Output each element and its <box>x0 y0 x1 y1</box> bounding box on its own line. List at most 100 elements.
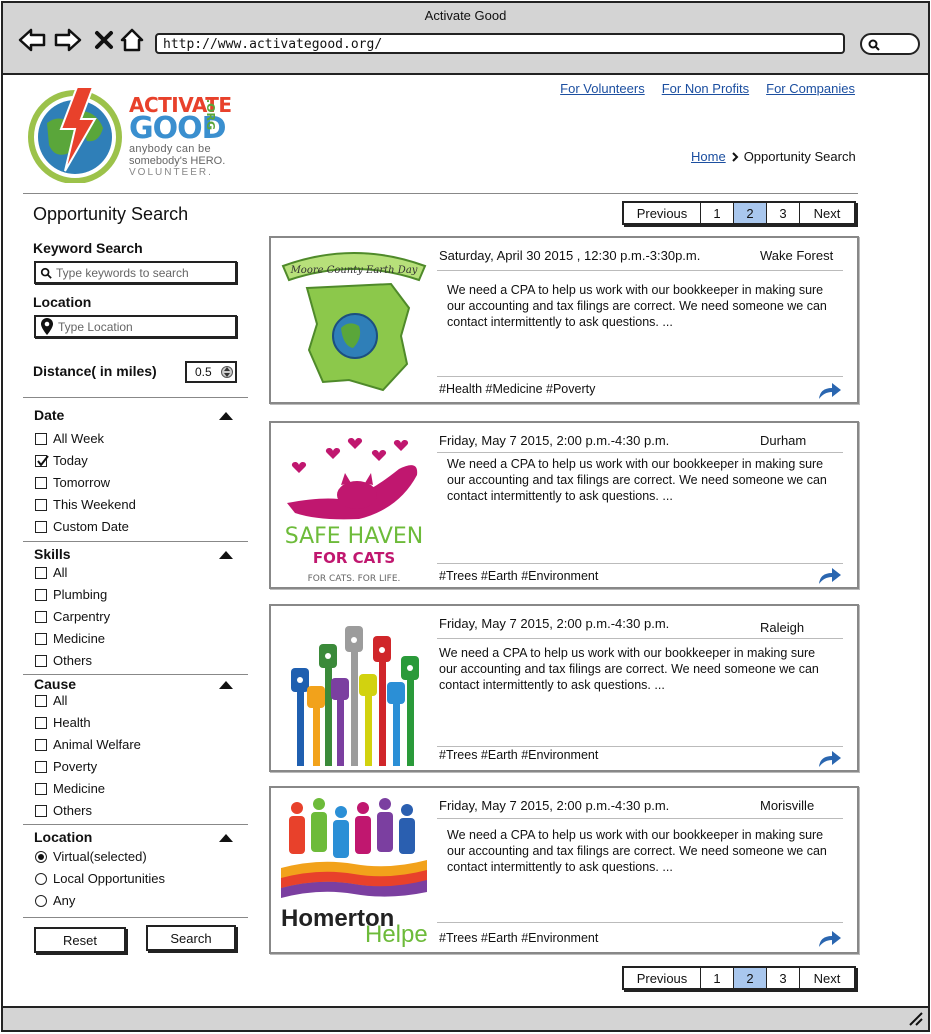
pagination-top: Previous 1 2 3 Next <box>622 201 856 225</box>
skills-option-plumbing[interactable]: Plumbing <box>35 587 107 602</box>
opportunity-card[interactable]: Friday, May 7 2015, 2:00 p.m.-4:30 p.m. … <box>269 604 859 772</box>
nav-link-volunteers[interactable]: For Volunteers <box>560 81 645 96</box>
card-divider <box>437 922 843 923</box>
checkbox[interactable] <box>35 520 47 533</box>
resize-grip-icon[interactable] <box>908 1012 924 1026</box>
back-arrow-icon[interactable] <box>17 25 47 55</box>
checkbox[interactable] <box>35 432 47 445</box>
pager-page-1[interactable]: 1 <box>701 968 734 988</box>
option-label: Plumbing <box>53 587 108 602</box>
checkbox-checked[interactable] <box>35 454 49 467</box>
card-divider <box>437 746 843 747</box>
site-logo[interactable]: ACTIVATE GOOD .ORG anybody can be somebo… <box>25 83 245 183</box>
date-option-tomorrow[interactable]: Tomorrow <box>35 475 110 490</box>
pager-page-2[interactable]: 2 <box>734 968 767 988</box>
cause-option-animal-welfare[interactable]: Animal Welfare <box>35 737 141 752</box>
checkbox[interactable] <box>35 760 47 773</box>
checkbox[interactable] <box>35 566 47 579</box>
stepper-arrows-icon[interactable] <box>221 364 233 380</box>
skills-option-medicine[interactable]: Medicine <box>35 631 105 646</box>
close-icon[interactable] <box>89 25 119 55</box>
location-option-local[interactable]: Local Opportunities <box>35 871 165 886</box>
nav-link-nonprofits[interactable]: For Non Profits <box>662 81 749 96</box>
pager-page-3[interactable]: 3 <box>767 203 800 223</box>
cause-option-poverty[interactable]: Poverty <box>35 759 97 774</box>
checkbox[interactable] <box>35 632 47 645</box>
forward-arrow-icon[interactable] <box>53 25 83 55</box>
url-bar[interactable]: http://www.activategood.org/ <box>155 33 845 54</box>
date-option-all-week[interactable]: All Week <box>35 431 104 446</box>
cause-option-others[interactable]: Others <box>35 803 92 818</box>
breadcrumb-home[interactable]: Home <box>691 149 726 164</box>
cause-option-medicine[interactable]: Medicine <box>35 781 105 796</box>
opportunity-card[interactable]: SAFE HAVEN FOR CATS FOR CATS. FOR LIFE. … <box>269 421 859 589</box>
map-pin-icon <box>41 317 53 335</box>
pager-next[interactable]: Next <box>800 968 854 988</box>
browser-titlebar: Activate Good http://www.activategood.or… <box>3 3 928 75</box>
skills-option-others[interactable]: Others <box>35 653 92 668</box>
opportunity-location: Morisville <box>760 798 815 813</box>
checkbox[interactable] <box>35 738 47 751</box>
search-button[interactable]: Search <box>146 925 236 951</box>
nav-link-companies[interactable]: For Companies <box>766 81 855 96</box>
location-option-virtual[interactable]: Virtual(selected) <box>35 849 147 864</box>
header-divider <box>23 193 858 194</box>
share-arrow-icon[interactable] <box>817 928 843 948</box>
date-option-today[interactable]: Today <box>35 453 88 468</box>
date-section-title: Date <box>34 407 65 423</box>
share-arrow-icon[interactable] <box>817 380 843 400</box>
keyword-search-input[interactable]: Type keywords to search <box>34 261 237 284</box>
radio[interactable] <box>35 894 47 907</box>
location-option-any[interactable]: Any <box>35 893 75 908</box>
breadcrumb-current: Opportunity Search <box>743 149 856 164</box>
opportunity-date: Friday, May 7 2015, 2:00 p.m.-4:30 p.m. <box>439 616 670 631</box>
checkbox[interactable] <box>35 716 47 729</box>
share-arrow-icon[interactable] <box>817 748 843 768</box>
skills-option-carpentry[interactable]: Carpentry <box>35 609 110 624</box>
org-image-raised-hands <box>279 612 429 768</box>
checkbox[interactable] <box>35 804 47 817</box>
checkbox[interactable] <box>35 476 47 489</box>
pager-page-1[interactable]: 1 <box>701 203 734 223</box>
opportunity-location: Durham <box>760 433 807 448</box>
pager-next[interactable]: Next <box>800 203 854 223</box>
reset-button[interactable]: Reset <box>34 927 126 953</box>
home-icon[interactable] <box>117 25 147 55</box>
checkbox[interactable] <box>35 610 47 623</box>
image-line-2: FOR CATS <box>313 549 395 567</box>
checkbox[interactable] <box>35 782 47 795</box>
share-arrow-icon[interactable] <box>817 565 843 585</box>
date-option-custom-date[interactable]: Custom Date <box>35 519 129 534</box>
logo-tagline-3: VOLUNTEER. <box>129 167 213 178</box>
pager-page-3[interactable]: 3 <box>767 968 800 988</box>
location-input[interactable]: Type Location <box>34 315 237 338</box>
opportunity-card[interactable]: Moore County Earth Day Saturday, April 3… <box>269 236 859 404</box>
radio[interactable] <box>35 872 47 885</box>
opportunity-card[interactable]: Homerton Helpers Friday, May 7 2015, 2:0… <box>269 786 859 954</box>
distance-stepper[interactable]: 0.5 <box>185 361 237 383</box>
org-image-homerton-helpers: Homerton Helpers <box>279 794 448 948</box>
cause-option-health[interactable]: Health <box>35 715 91 730</box>
pager-previous[interactable]: Previous <box>624 968 701 988</box>
sidebar-divider <box>23 541 248 542</box>
collapse-triangle-icon[interactable] <box>219 412 233 420</box>
keyword-search-placeholder: Type keywords to search <box>56 265 189 280</box>
date-option-this-weekend[interactable]: This Weekend <box>35 497 136 512</box>
radio-selected[interactable] <box>35 850 47 863</box>
collapse-triangle-icon[interactable] <box>219 681 233 689</box>
collapse-triangle-icon[interactable] <box>219 834 233 842</box>
skills-option-all[interactable]: All <box>35 565 67 580</box>
checkbox[interactable] <box>35 654 47 667</box>
checkbox[interactable] <box>35 498 47 511</box>
logo-text-org: .ORG <box>204 99 217 131</box>
pager-page-2[interactable]: 2 <box>734 203 767 223</box>
checkbox[interactable] <box>35 694 47 707</box>
checkbox[interactable] <box>35 588 47 601</box>
card-divider <box>437 563 843 564</box>
location-placeholder: Type Location <box>58 319 133 334</box>
search-icon <box>868 39 880 51</box>
pager-previous[interactable]: Previous <box>624 203 701 223</box>
collapse-triangle-icon[interactable] <box>219 551 233 559</box>
cause-option-all[interactable]: All <box>35 693 67 708</box>
browser-search-box[interactable] <box>860 33 920 55</box>
